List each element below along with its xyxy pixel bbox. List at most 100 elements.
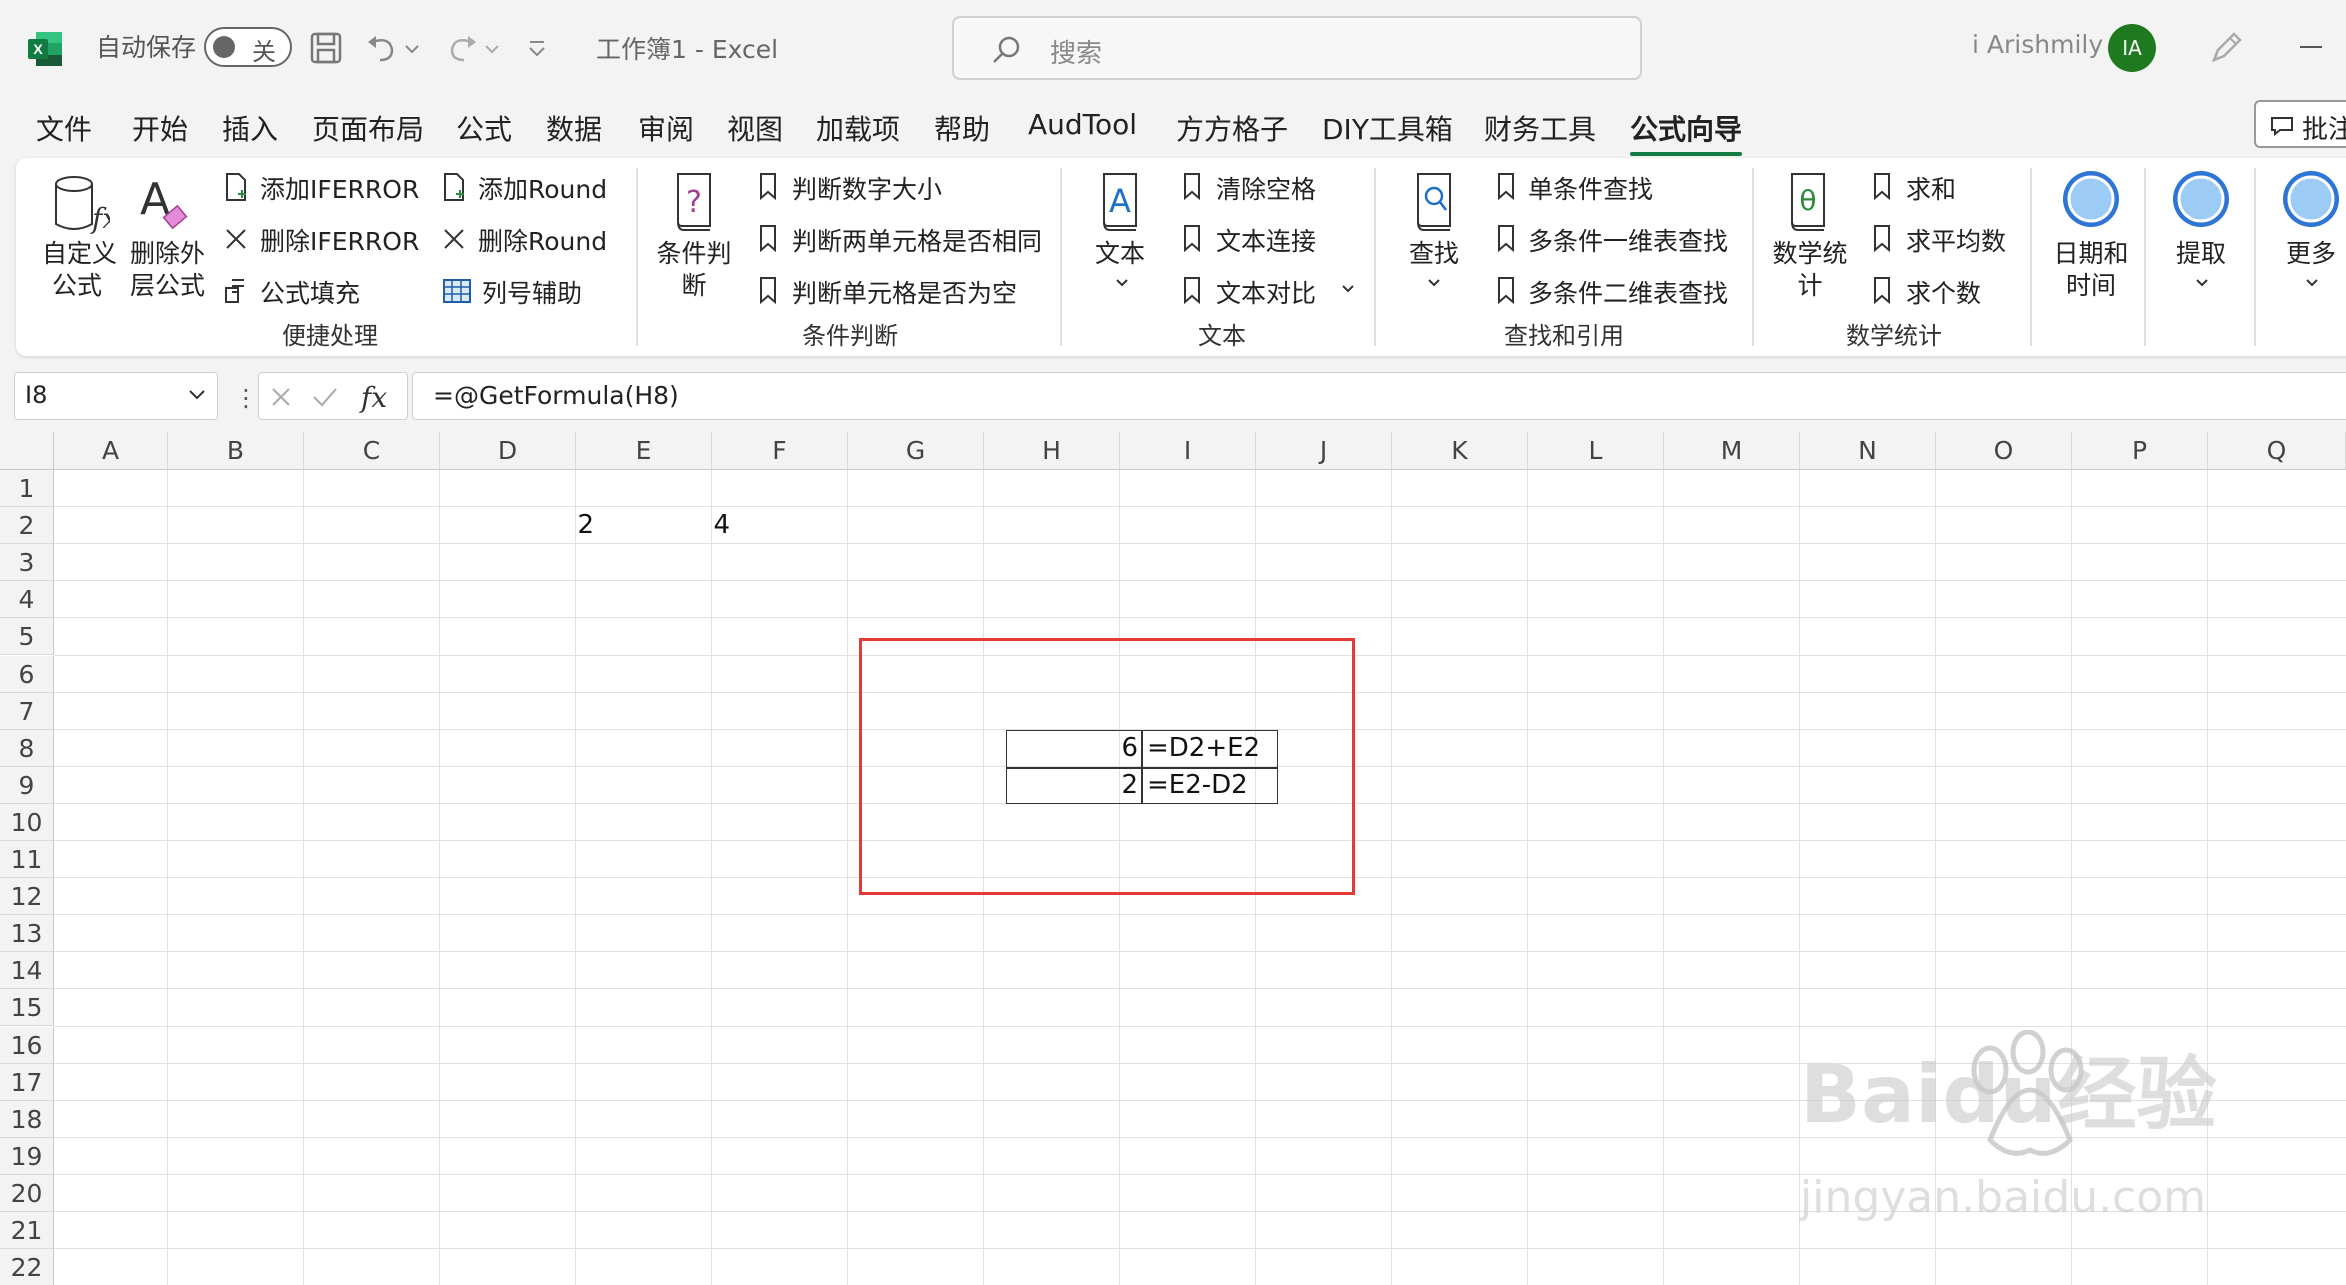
- remove-round-button[interactable]: 删除Round: [478, 222, 607, 258]
- chevron-down-icon[interactable]: [187, 387, 207, 403]
- row-header-4[interactable]: 4: [0, 581, 54, 619]
- tab-page-layout[interactable]: 页面布局: [312, 108, 424, 148]
- row-header-20[interactable]: 20: [0, 1174, 54, 1212]
- tab-finance-tools[interactable]: 财务工具: [1484, 108, 1596, 148]
- single-condition-lookup-button[interactable]: 单条件查找: [1528, 170, 1653, 206]
- column-header-C[interactable]: C: [304, 432, 440, 470]
- row-header-11[interactable]: 11: [0, 841, 54, 878]
- row-header-16[interactable]: 16: [0, 1026, 54, 1064]
- cancel-icon[interactable]: [269, 385, 293, 409]
- column-header-H[interactable]: H: [984, 432, 1120, 470]
- select-all-corner[interactable]: [0, 432, 54, 470]
- column-header-Q[interactable]: Q: [2208, 432, 2346, 470]
- row-header-3[interactable]: 3: [0, 544, 54, 582]
- judge-cell-empty-button[interactable]: 判断单元格是否为空: [792, 274, 1017, 310]
- average-button[interactable]: 求平均数: [1906, 222, 2006, 258]
- tab-fangfang[interactable]: 方方格子: [1176, 108, 1288, 148]
- sum-button[interactable]: 求和: [1906, 170, 1956, 206]
- row-header-21[interactable]: 21: [0, 1212, 54, 1249]
- tab-formulas[interactable]: 公式: [456, 108, 512, 148]
- more-button[interactable]: 更多: [2276, 238, 2346, 270]
- multi-condition-1d-lookup-button[interactable]: 多条件一维表查找: [1528, 222, 1728, 258]
- tab-formula-wizard[interactable]: 公式向导: [1630, 108, 1743, 156]
- find-dropdown-icon[interactable]: [1424, 276, 1444, 290]
- redo-icon[interactable]: [442, 28, 482, 68]
- column-header-E[interactable]: E: [576, 432, 712, 470]
- remove-outer-formula-button[interactable]: 删除外 层公式: [130, 238, 205, 302]
- tab-addins[interactable]: 加载项: [816, 108, 900, 148]
- add-round-button[interactable]: 添加Round: [478, 170, 607, 206]
- row-header-17[interactable]: 17: [0, 1063, 54, 1101]
- cell-E2[interactable]: 4: [600, 507, 730, 544]
- text-compare-dropdown-icon[interactable]: [1338, 282, 1358, 296]
- count-button[interactable]: 求个数: [1906, 274, 1981, 310]
- tab-file[interactable]: 文件: [36, 108, 92, 148]
- confirm-icon[interactable]: [311, 385, 339, 409]
- custom-formula-button[interactable]: 自定义 公式: [42, 238, 117, 302]
- pen-icon[interactable]: [2206, 28, 2246, 68]
- column-header-B[interactable]: B: [168, 432, 304, 470]
- column-header-J[interactable]: J: [1256, 432, 1392, 470]
- find-button[interactable]: 查找: [1404, 238, 1464, 270]
- row-header-5[interactable]: 5: [0, 618, 54, 656]
- tab-audtool[interactable]: AudTool: [1028, 108, 1137, 141]
- date-time-button[interactable]: 日期和 时间: [2050, 238, 2132, 302]
- formula-fill-button[interactable]: 公式填充: [260, 274, 360, 310]
- row-header-1[interactable]: 1: [0, 470, 54, 507]
- column-header-P[interactable]: P: [2072, 432, 2208, 470]
- formula-input[interactable]: =@GetFormula(H8): [412, 372, 2346, 420]
- remove-iferror-button[interactable]: 删除IFERROR: [260, 222, 419, 258]
- text-button[interactable]: 文本: [1090, 238, 1150, 270]
- math-stats-button[interactable]: 数学统 计: [1772, 238, 1848, 302]
- row-header-8[interactable]: 8: [0, 729, 54, 767]
- search-input[interactable]: 搜索: [952, 16, 1642, 80]
- column-header-O[interactable]: O: [1936, 432, 2072, 470]
- minimize-button[interactable]: [2300, 46, 2322, 48]
- more-dropdown-icon[interactable]: [2302, 276, 2322, 290]
- extract-dropdown-icon[interactable]: [2192, 276, 2212, 290]
- judge-cells-equal-button[interactable]: 判断两单元格是否相同: [792, 222, 1042, 258]
- multi-condition-2d-lookup-button[interactable]: 多条件二维表查找: [1528, 274, 1728, 310]
- row-header-13[interactable]: 13: [0, 915, 54, 953]
- tab-view[interactable]: 视图: [727, 108, 783, 148]
- extract-button[interactable]: 提取: [2166, 238, 2236, 270]
- autosave-toggle[interactable]: 关: [204, 27, 292, 67]
- text-dropdown-icon[interactable]: [1112, 276, 1132, 290]
- add-iferror-button[interactable]: 添加IFERROR: [260, 170, 419, 206]
- insert-function-icon[interactable]: fx: [357, 379, 397, 415]
- undo-dropdown-icon[interactable]: [402, 28, 422, 68]
- column-header-N[interactable]: N: [1800, 432, 1936, 470]
- clear-spaces-button[interactable]: 清除空格: [1216, 170, 1316, 206]
- column-header-L[interactable]: L: [1528, 432, 1664, 470]
- row-header-15[interactable]: 15: [0, 989, 54, 1027]
- customize-toolbar-icon[interactable]: [524, 28, 550, 68]
- tab-review[interactable]: 审阅: [638, 108, 694, 148]
- row-header-18[interactable]: 18: [0, 1100, 54, 1138]
- column-header-M[interactable]: M: [1664, 432, 1800, 470]
- row-header-19[interactable]: 19: [0, 1137, 54, 1175]
- name-box[interactable]: I8: [14, 372, 218, 420]
- tab-data[interactable]: 数据: [546, 108, 602, 148]
- user-name[interactable]: i Arishmily: [1972, 30, 2103, 59]
- tab-help[interactable]: 帮助: [934, 108, 990, 148]
- row-header-9[interactable]: 9: [0, 766, 54, 804]
- column-header-D[interactable]: D: [440, 432, 576, 470]
- column-header-A[interactable]: A: [54, 432, 168, 470]
- undo-icon[interactable]: [362, 28, 402, 68]
- row-header-6[interactable]: 6: [0, 655, 54, 693]
- tab-insert[interactable]: 插入: [222, 108, 278, 148]
- save-icon[interactable]: [306, 28, 346, 68]
- tab-home[interactable]: 开始: [132, 108, 188, 148]
- condition-judge-button[interactable]: 条件判 断: [656, 238, 732, 302]
- column-helper-button[interactable]: 列号辅助: [482, 274, 582, 310]
- cell-D2[interactable]: 2: [464, 507, 594, 544]
- row-header-12[interactable]: 12: [0, 878, 54, 916]
- column-header-I[interactable]: I: [1120, 432, 1256, 470]
- row-header-14[interactable]: 14: [0, 952, 54, 990]
- column-header-G[interactable]: G: [848, 432, 984, 470]
- text-join-button[interactable]: 文本连接: [1216, 222, 1316, 258]
- row-header-10[interactable]: 10: [0, 803, 54, 841]
- judge-number-size-button[interactable]: 判断数字大小: [792, 170, 942, 206]
- row-header-7[interactable]: 7: [0, 692, 54, 730]
- avatar[interactable]: IA: [2108, 24, 2156, 72]
